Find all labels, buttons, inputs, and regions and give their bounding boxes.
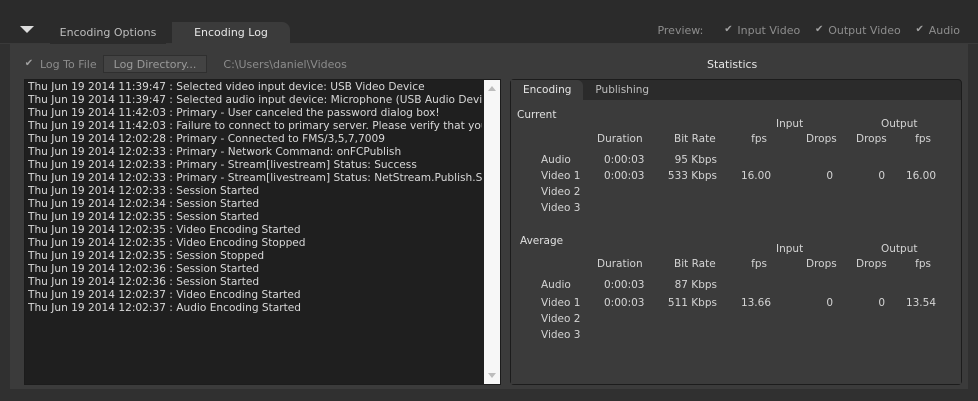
input-fps-header: fps <box>751 133 767 145</box>
log-line: Thu Jun 19 2014 12:02:33 : Primary - Net… <box>28 146 402 158</box>
log-to-file-checkbox[interactable]: ✔ <box>24 59 34 69</box>
avg-bit-rate-header: Bit Rate <box>674 258 716 270</box>
avg-input-fps-header: fps <box>751 258 767 270</box>
log-line: Thu Jun 19 2014 12:02:36 : Session Start… <box>28 263 260 275</box>
log-toolbar: ✔ Log To File Log Directory... C:\Users\… <box>24 54 347 74</box>
scroll-up-icon[interactable] <box>488 86 496 91</box>
audio-label: Audio <box>928 23 960 37</box>
log-line: Thu Jun 19 2014 12:02:28 : Primary - Con… <box>28 133 385 145</box>
input-drops-header: Drops <box>806 133 837 145</box>
bit-rate-header: Bit Rate <box>674 133 716 145</box>
avg-audio-duration: 0:00:03 <box>604 279 645 291</box>
log-line: Thu Jun 19 2014 12:02:37 : Video Encodin… <box>28 289 301 301</box>
log-line: Thu Jun 19 2014 12:02:33 : Session Start… <box>28 185 260 197</box>
avg-video2-label: Video 2 <box>541 313 581 325</box>
avg-output-drops-header: Drops <box>856 258 887 270</box>
input-video-label: Input Video <box>737 23 801 37</box>
encoding-log-panel: ✔ Log To File Log Directory... C:\Users\… <box>10 44 968 389</box>
current-audio-bitrate: 95 Kbps <box>674 154 717 166</box>
current-video2-label: Video 2 <box>541 186 581 198</box>
output-video-toggle[interactable]: ✔ Output Video <box>814 24 901 37</box>
preview-label: Preview: <box>657 23 704 37</box>
tab-encoding-options[interactable]: Encoding Options <box>50 22 166 44</box>
log-to-file-label: Log To File <box>40 57 97 71</box>
current-video1-bitrate: 533 Kbps <box>667 170 717 182</box>
log-line: Thu Jun 19 2014 12:02:36 : Session Start… <box>28 276 260 288</box>
avg-input-drops-header: Drops <box>806 258 837 270</box>
scroll-down-icon[interactable] <box>488 373 496 378</box>
statistics-panel: Encoding Publishing Current Input Output… <box>510 79 962 385</box>
avg-video1-output-fps: 13.54 <box>905 297 936 309</box>
avg-audio-label: Audio <box>541 279 571 291</box>
avg-video3-label: Video 3 <box>541 329 581 341</box>
top-bar: Encoding Options Encoding Log Preview: ✔… <box>0 0 978 44</box>
audio-toggle[interactable]: ✔ Audio <box>915 24 960 37</box>
avg-video1-output-drops: 0 <box>878 297 885 309</box>
checkmark-icon[interactable]: ✔ <box>915 25 925 35</box>
output-video-label: Output Video <box>828 23 901 37</box>
output-fps-header: fps <box>915 133 931 145</box>
log-line: Thu Jun 19 2014 11:42:03 : Failure to co… <box>28 120 482 132</box>
log-line: Thu Jun 19 2014 11:42:03 : Primary - Use… <box>28 107 440 119</box>
log-line: Thu Jun 19 2014 12:02:35 : Session Start… <box>28 211 260 223</box>
log-line: Thu Jun 19 2014 12:02:37 : Audio Encodin… <box>28 302 302 314</box>
average-label: Average <box>520 235 564 247</box>
avg-audio-bitrate: 87 Kbps <box>674 279 717 291</box>
output-drops-header: Drops <box>856 133 887 145</box>
input-video-toggle[interactable]: ✔ Input Video <box>723 24 800 37</box>
current-video1-duration: 0:00:03 <box>604 170 645 182</box>
avg-input-header: Input <box>776 243 804 255</box>
checkmark-icon[interactable]: ✔ <box>814 25 824 35</box>
log-directory-path: C:\Users\daniel\Videos <box>223 57 347 71</box>
current-video1-label: Video 1 <box>541 170 581 182</box>
log-line: Thu Jun 19 2014 12:02:33 : Primary - Str… <box>28 172 482 184</box>
log-line: Thu Jun 19 2014 12:02:35 : Session Stopp… <box>28 250 265 262</box>
preview-options: Preview: ✔ Input Video ✔ Output Video ✔ … <box>657 22 960 38</box>
log-line: Thu Jun 19 2014 12:02:35 : Video Encodin… <box>28 224 301 236</box>
avg-video1-input-drops: 0 <box>826 297 833 309</box>
log-lines: Thu Jun 19 2014 11:39:47 : Selected vide… <box>25 80 485 384</box>
duration-header: Duration <box>597 133 643 145</box>
log-line: Thu Jun 19 2014 11:39:47 : Selected audi… <box>28 94 482 106</box>
current-audio-duration: 0:00:03 <box>604 154 645 166</box>
current-video1-input-fps: 16.00 <box>740 170 771 182</box>
statistics-tabs: Encoding Publishing <box>511 80 662 100</box>
log-line: Thu Jun 19 2014 12:02:33 : Primary - Str… <box>28 159 417 171</box>
avg-duration-header: Duration <box>597 258 643 270</box>
current-video1-output-fps: 16.00 <box>905 170 936 182</box>
output-header: Output <box>881 118 918 130</box>
tab-encoding-log[interactable]: Encoding Log <box>172 22 290 44</box>
current-label: Current <box>517 109 557 121</box>
avg-video1-bitrate: 511 Kbps <box>667 297 717 309</box>
log-directory-button[interactable]: Log Directory... <box>102 55 208 73</box>
avg-video1-input-fps: 13.66 <box>740 297 771 309</box>
current-audio-label: Audio <box>541 154 571 166</box>
collapse-arrow-icon[interactable] <box>20 26 34 33</box>
log-line: Thu Jun 19 2014 12:02:34 : Session Start… <box>28 198 260 210</box>
tab-publishing[interactable]: Publishing <box>583 80 662 100</box>
log-line: Thu Jun 19 2014 12:02:35 : Video Encodin… <box>28 237 306 249</box>
input-header: Input <box>776 118 804 130</box>
current-video1-output-drops: 0 <box>878 170 885 182</box>
log-output[interactable]: Thu Jun 19 2014 11:39:47 : Selected vide… <box>24 79 501 385</box>
avg-output-fps-header: fps <box>915 258 931 270</box>
current-video3-label: Video 3 <box>541 202 581 214</box>
avg-video1-duration: 0:00:03 <box>604 297 645 309</box>
avg-output-header: Output <box>881 243 918 255</box>
checkmark-icon[interactable]: ✔ <box>723 25 733 35</box>
avg-video1-label: Video 1 <box>541 297 581 309</box>
current-video1-input-drops: 0 <box>826 170 833 182</box>
encoding-statistics: Current Input Output Duration Bit Rate f… <box>511 100 961 384</box>
log-line: Thu Jun 19 2014 11:39:47 : Selected vide… <box>28 81 425 93</box>
tab-encoding[interactable]: Encoding <box>511 80 584 100</box>
statistics-title: Statistics <box>707 58 758 71</box>
log-scrollbar[interactable] <box>484 80 500 384</box>
